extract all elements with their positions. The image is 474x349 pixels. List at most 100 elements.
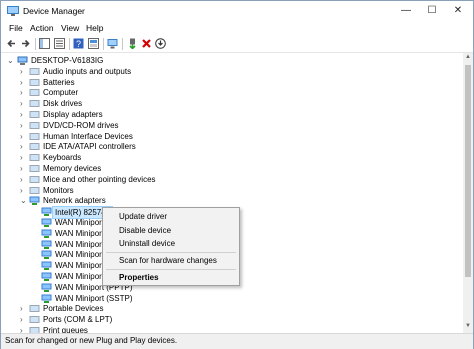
minimize-button[interactable]: — <box>393 1 419 21</box>
tree-category[interactable]: › Human Interface Devices <box>1 131 461 142</box>
device-category-icon <box>29 175 40 183</box>
vertical-scrollbar[interactable]: ▲ ▼ <box>463 53 473 333</box>
device-category-icon <box>29 132 40 140</box>
tree-item-label: Memory devices <box>43 164 102 173</box>
title-bar[interactable]: Device Manager — ☐ ✕ <box>1 1 473 21</box>
view-icon[interactable] <box>88 38 99 49</box>
tree-category[interactable]: › Ports (COM & LPT) <box>1 314 461 325</box>
network-device-item[interactable]: WAN Miniport (SSTP) <box>1 293 461 304</box>
expand-chevron-icon[interactable]: › <box>20 87 28 98</box>
expand-chevron-icon[interactable]: › <box>20 185 28 196</box>
window-title: Device Manager <box>23 6 85 16</box>
collapse-chevron-icon[interactable]: ⌄ <box>7 55 15 66</box>
expand-chevron-icon[interactable]: › <box>20 66 28 77</box>
disable-device-icon[interactable] <box>155 38 166 49</box>
tree-category[interactable]: › Keyboards <box>1 152 461 163</box>
back-arrow-icon[interactable] <box>6 38 17 49</box>
scroll-up-arrow-icon[interactable]: ▲ <box>464 54 472 62</box>
device-category-icon <box>29 121 40 129</box>
tree-item-label: Monitors <box>43 185 74 195</box>
forward-arrow-icon[interactable] <box>20 38 31 49</box>
network-adapter-icon <box>41 240 52 249</box>
expand-chevron-icon[interactable]: › <box>20 152 28 163</box>
expand-chevron-icon[interactable]: › <box>20 303 28 314</box>
tree-item-label: Print queues <box>43 326 88 333</box>
menu-file[interactable]: File <box>9 23 23 33</box>
properties-menu-item[interactable]: Properties <box>119 273 159 282</box>
device-category-icon <box>29 186 40 194</box>
device-tree[interactable]: ⌄ DESKTOP-V6183IG › Audio inputs and output… <box>1 53 463 333</box>
tree-item-label: Ports (COM & LPT) <box>43 315 113 325</box>
expand-chevron-icon[interactable]: › <box>20 314 28 325</box>
scan-hardware-icon[interactable] <box>107 38 118 49</box>
update-driver-menu-item[interactable]: Update driver <box>119 212 167 221</box>
menu-separator <box>106 269 236 270</box>
expand-chevron-icon[interactable]: › <box>20 98 28 109</box>
maximize-button[interactable]: ☐ <box>419 1 445 21</box>
network-adapter-icon <box>41 294 52 303</box>
disable-device-menu-item[interactable]: Disable device <box>119 226 171 235</box>
status-text: Scan for changed or new Plug and Play de… <box>5 336 178 345</box>
scroll-down-arrow-icon[interactable]: ▼ <box>464 323 472 331</box>
toolbar-separator <box>35 38 36 50</box>
tree-category[interactable]: › Computer <box>1 87 461 98</box>
tree-category[interactable]: › Print queues <box>1 325 461 333</box>
tree-item-label: Audio inputs and outputs <box>43 66 132 76</box>
scan-hardware-menu-item[interactable]: Scan for hardware changes <box>119 256 217 265</box>
device-manager-window: Device Manager — ☐ ✕ File Action View He… <box>0 0 474 349</box>
tree-category[interactable]: › DVD/CD-ROM drives <box>1 120 461 131</box>
uninstall-icon[interactable] <box>141 38 152 49</box>
tree-item-label: WAN Miniport <box>55 218 105 227</box>
expand-chevron-icon[interactable]: › <box>20 163 28 174</box>
show-hide-console-tree-icon[interactable] <box>39 38 50 49</box>
tree-item-label: Disk drives <box>43 99 83 109</box>
expand-chevron-icon[interactable]: › <box>20 120 28 131</box>
device-category-icon <box>29 305 40 313</box>
tree-item-label: DVD/CD-ROM drives <box>43 120 119 130</box>
device-category-icon <box>29 165 40 172</box>
menu-action[interactable]: Action <box>30 23 54 33</box>
uninstall-device-menu-item[interactable]: Uninstall device <box>119 239 175 248</box>
network-adapter-icon <box>41 283 52 292</box>
expand-chevron-icon[interactable]: › <box>20 174 28 185</box>
tree-item-label: WAN Miniport <box>55 250 105 260</box>
network-adapter-icon <box>41 218 52 227</box>
tree-item-label: Portable Devices <box>43 304 104 314</box>
tree-category[interactable]: › Monitors <box>1 185 461 196</box>
help-icon[interactable]: ? <box>73 38 84 49</box>
network-adapter-icon <box>29 196 40 206</box>
expand-chevron-icon[interactable]: › <box>20 109 28 120</box>
update-driver-icon[interactable] <box>127 38 138 49</box>
menu-help[interactable]: Help <box>86 23 103 33</box>
expand-chevron-icon[interactable]: › <box>20 131 28 142</box>
collapse-chevron-icon[interactable]: ⌄ <box>20 195 28 206</box>
menu-separator <box>106 252 236 253</box>
tree-category[interactable]: ⌄ Network adapters <box>1 195 461 206</box>
tree-item-label: Computer <box>43 88 79 98</box>
tree-category[interactable]: › IDE ATA/ATAPI controllers <box>1 141 461 152</box>
close-button[interactable]: ✕ <box>445 1 471 21</box>
toolbar-separator <box>103 38 104 50</box>
device-category-icon <box>29 78 40 86</box>
tree-root[interactable]: ⌄ DESKTOP-V6183IG <box>1 55 461 66</box>
tree-category[interactable]: › Audio inputs and outputs <box>1 66 461 77</box>
tree-category[interactable]: › Display adapters <box>1 109 461 120</box>
tree-category[interactable]: › Portable Devices <box>1 303 461 314</box>
expand-chevron-icon[interactable]: › <box>20 141 28 152</box>
tree-item-label: Display adapters <box>43 110 103 119</box>
properties-icon[interactable] <box>54 38 65 49</box>
tree-category[interactable]: › Memory devices <box>1 163 461 174</box>
device-manager-icon <box>7 6 19 16</box>
tree-category[interactable]: › Disk drives <box>1 98 461 109</box>
tree-item-label: WAN Miniport <box>55 228 105 238</box>
scrollbar-thumb[interactable] <box>465 65 471 277</box>
tree-item-label: IDE ATA/ATAPI controllers <box>43 142 136 152</box>
tree-category[interactable]: › Mice and other pointing devices <box>1 174 461 185</box>
status-bar: Scan for changed or new Plug and Play de… <box>1 333 473 349</box>
expand-chevron-icon[interactable]: › <box>20 77 28 88</box>
expand-chevron-icon[interactable]: › <box>20 325 28 333</box>
tree-item-label: Mice and other pointing devices <box>43 174 156 184</box>
tree-item-label: Network adapters <box>43 196 106 206</box>
tree-category[interactable]: › Batteries <box>1 77 461 88</box>
menu-view[interactable]: View <box>61 23 79 33</box>
